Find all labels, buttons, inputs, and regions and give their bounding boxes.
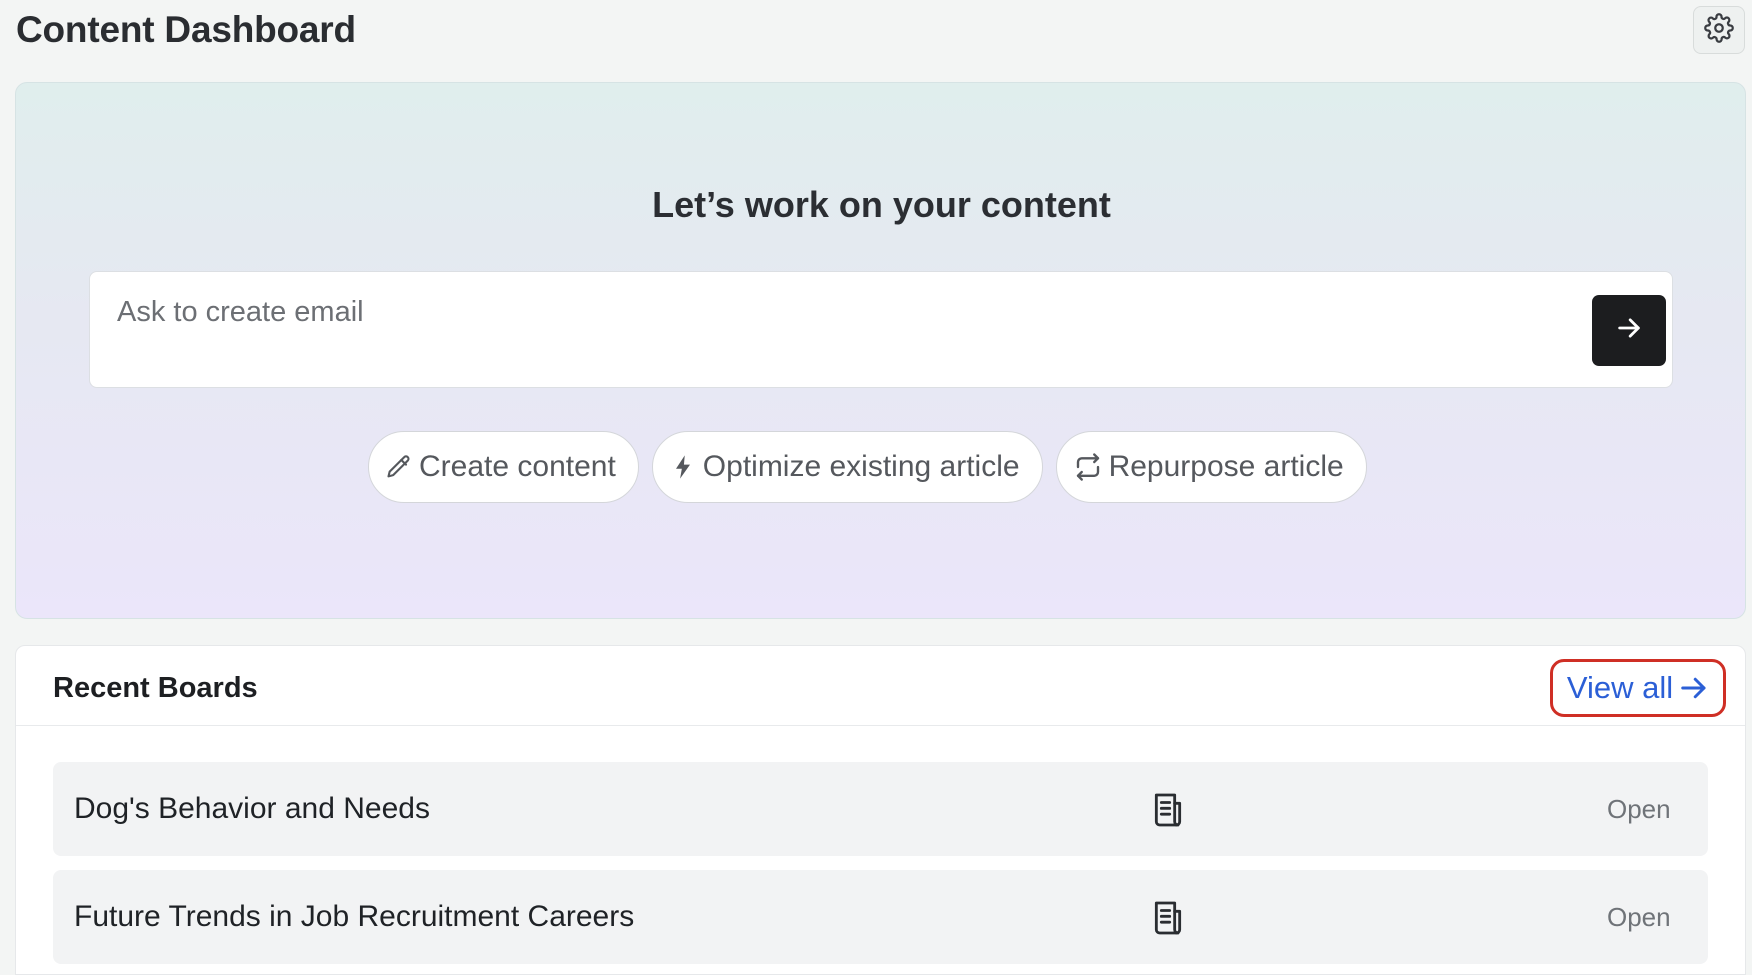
document-icon <box>1148 790 1188 835</box>
repurpose-article-chip[interactable]: Repurpose article <box>1055 431 1367 503</box>
recent-boards-title: Recent Boards <box>53 672 258 704</box>
hero-heading: Let’s work on your content <box>652 184 1111 225</box>
optimize-article-chip[interactable]: Optimize existing article <box>651 431 1043 503</box>
board-row[interactable]: Dog's Behavior and Needs Open <box>53 762 1708 856</box>
top-bar: Content Dashboard <box>0 0 1752 66</box>
prompt-input[interactable] <box>117 290 1417 334</box>
prompt-box <box>89 271 1673 388</box>
pencil-icon <box>385 453 413 481</box>
open-board-button[interactable]: Open <box>1607 902 1671 933</box>
lightning-icon <box>669 453 697 481</box>
hero-panel: Let’s work on your content Create conten… <box>15 82 1746 619</box>
arrow-right-icon <box>1679 673 1709 703</box>
quick-actions: Create content Optimize existing article… <box>368 431 1367 505</box>
board-name: Future Trends in Job Recruitment Careers <box>74 900 635 933</box>
send-button[interactable] <box>1592 295 1666 366</box>
document-icon <box>1148 898 1188 943</box>
recent-boards-header: Recent Boards View all <box>16 646 1745 726</box>
chip-label: Optimize existing article <box>702 450 1020 483</box>
chip-label: Repurpose article <box>1108 450 1344 483</box>
board-row[interactable]: Future Trends in Job Recruitment Careers… <box>53 870 1708 964</box>
board-name: Dog's Behavior and Needs <box>74 792 430 825</box>
view-all-label: View all <box>1566 670 1674 705</box>
chip-label: Create content <box>419 450 616 483</box>
open-board-button[interactable]: Open <box>1607 794 1671 825</box>
repeat-icon <box>1073 452 1103 482</box>
view-all-link[interactable]: View all <box>1550 659 1726 717</box>
create-content-chip[interactable]: Create content <box>368 431 639 503</box>
settings-button[interactable] <box>1693 6 1745 54</box>
arrow-right-icon <box>1615 314 1643 347</box>
gear-icon <box>1704 12 1734 48</box>
recent-boards-panel: Recent Boards View all Dog's Behavior an… <box>15 645 1746 975</box>
page-title: Content Dashboard <box>16 9 356 50</box>
